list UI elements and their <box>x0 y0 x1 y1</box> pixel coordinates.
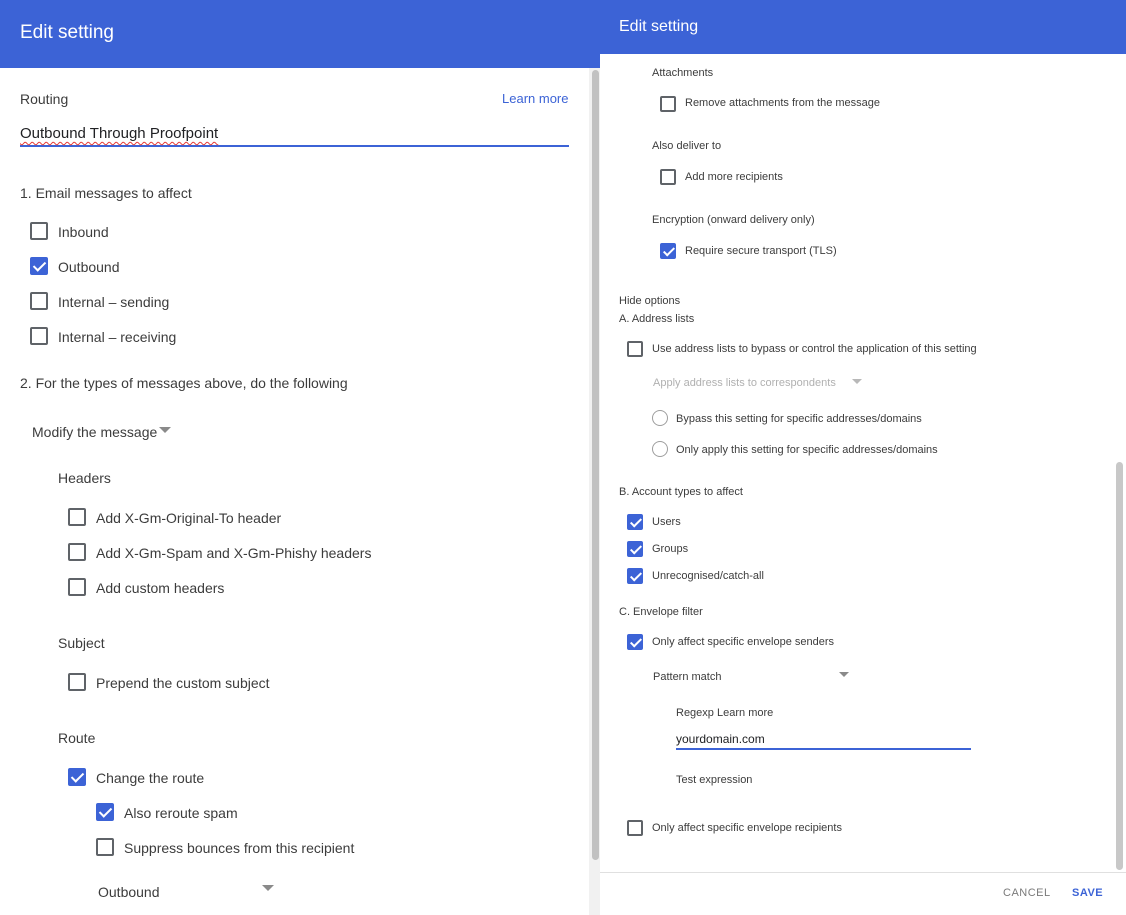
regexp-learn-more-link[interactable]: Learn more <box>717 707 773 719</box>
inbound-label: Inbound <box>58 224 109 240</box>
only-apply-radio[interactable] <box>652 441 668 457</box>
setting-name-input[interactable]: Outbound Through Proofpoint <box>20 120 569 147</box>
groups-label: Groups <box>652 543 689 555</box>
only-apply-label: Only apply this setting for specific add… <box>676 444 938 456</box>
reroute-spam-label: Also reroute spam <box>124 805 238 821</box>
action-select-value: Modify the message <box>32 424 158 440</box>
groups-checkbox[interactable] <box>627 541 643 557</box>
dropdown-caret-icon <box>839 672 849 677</box>
test-expression-link[interactable]: Test expression <box>676 774 752 786</box>
route-title: Route <box>58 730 96 746</box>
headers-title: Headers <box>58 470 111 486</box>
change-route-label: Change the route <box>96 770 205 786</box>
hide-options-link[interactable]: Hide options <box>619 295 680 307</box>
add-recipients-checkbox[interactable] <box>660 169 676 185</box>
unrecognised-label: Unrecognised/catch-all <box>652 570 764 582</box>
outbound-label: Outbound <box>58 259 120 275</box>
regexp-input[interactable]: yourdomain.com <box>676 729 971 750</box>
route-select[interactable]: Outbound <box>98 878 278 902</box>
pattern-match-value: Pattern match <box>653 671 722 683</box>
remove-attachments-checkbox[interactable] <box>660 96 676 112</box>
section2-title: 2. For the types of messages above, do t… <box>20 375 348 391</box>
original-to-header-label: Add X-Gm-Original-To header <box>96 510 282 526</box>
left-scrollbar-thumb[interactable] <box>592 70 599 860</box>
suppress-bounces-label: Suppress bounces from this recipient <box>124 840 355 856</box>
only-senders-label: Only affect specific envelope senders <box>652 636 835 648</box>
apply-address-lists-value: Apply address lists to correspondents <box>653 377 836 389</box>
account-types-title: B. Account types to affect <box>619 486 743 498</box>
bypass-label: Bypass this setting for specific address… <box>676 413 922 425</box>
address-lists-title: A. Address lists <box>619 313 695 325</box>
original-to-header-checkbox[interactable] <box>68 508 86 526</box>
learn-more-link[interactable]: Learn more <box>502 91 568 106</box>
apply-address-lists-select[interactable]: Apply address lists to correspondents <box>653 373 868 393</box>
prepend-subject-checkbox[interactable] <box>68 673 86 691</box>
envelope-filter-title: C. Envelope filter <box>619 606 703 618</box>
bypass-radio[interactable] <box>652 410 668 426</box>
suppress-bounces-checkbox[interactable] <box>96 838 114 856</box>
add-recipients-label: Add more recipients <box>685 171 783 183</box>
route-select-value: Outbound <box>98 884 160 900</box>
internal-receiving-checkbox[interactable] <box>30 327 48 345</box>
setting-name-value: Outbound Through Proofpoint <box>20 125 219 142</box>
attachments-title: Attachments <box>652 67 714 79</box>
dropdown-caret-icon <box>852 379 862 384</box>
unrecognised-checkbox[interactable] <box>627 568 643 584</box>
right-dialog-header: Edit setting <box>600 0 1126 54</box>
right-scrollbar-thumb[interactable] <box>1116 462 1123 870</box>
also-deliver-title: Also deliver to <box>652 140 722 152</box>
only-recipients-label: Only affect specific envelope recipients <box>652 822 842 834</box>
cancel-button[interactable]: CANCEL <box>1003 887 1051 899</box>
custom-headers-label: Add custom headers <box>96 580 225 596</box>
internal-sending-checkbox[interactable] <box>30 292 48 310</box>
pattern-match-select[interactable]: Pattern match <box>653 666 853 686</box>
dropdown-caret-icon <box>159 427 171 433</box>
only-recipients-checkbox[interactable] <box>627 820 643 836</box>
footer-divider <box>600 872 1126 873</box>
prepend-subject-label: Prepend the custom subject <box>96 675 270 691</box>
spam-phishy-headers-checkbox[interactable] <box>68 543 86 561</box>
users-checkbox[interactable] <box>627 514 643 530</box>
subject-title: Subject <box>58 635 105 651</box>
right-dialog: Edit setting Attachments Remove attachme… <box>600 0 1126 915</box>
section1-title: 1. Email messages to affect <box>20 185 192 201</box>
reroute-spam-checkbox[interactable] <box>96 803 114 821</box>
users-label: Users <box>652 516 681 528</box>
routing-label: Routing <box>20 91 69 107</box>
left-dialog: Edit setting Routing Learn more Outbound… <box>0 0 600 915</box>
dropdown-caret-icon <box>262 885 274 891</box>
right-dialog-body: Edit setting Attachments Remove attachme… <box>600 0 1126 915</box>
require-tls-label: Require secure transport (TLS) <box>685 245 837 257</box>
internal-receiving-label: Internal – receiving <box>58 329 177 345</box>
regexp-value: yourdomain.com <box>676 732 765 746</box>
require-tls-checkbox[interactable] <box>660 243 676 259</box>
left-dialog-title: Edit setting <box>20 22 114 43</box>
custom-headers-checkbox[interactable] <box>68 578 86 596</box>
use-address-lists-label: Use address lists to bypass or control t… <box>652 343 977 355</box>
left-dialog-header: Edit setting <box>0 0 600 68</box>
only-senders-checkbox[interactable] <box>627 634 643 650</box>
internal-sending-label: Internal – sending <box>58 294 170 310</box>
spam-phishy-headers-label: Add X-Gm-Spam and X-Gm-Phishy headers <box>96 545 372 561</box>
use-address-lists-checkbox[interactable] <box>627 341 643 357</box>
regexp-label: Regexp <box>676 707 714 719</box>
remove-attachments-label: Remove attachments from the message <box>685 97 881 109</box>
encryption-title: Encryption (onward delivery only) <box>652 214 815 226</box>
action-select[interactable]: Modify the message <box>32 420 182 444</box>
outbound-checkbox[interactable] <box>30 257 48 275</box>
save-button[interactable]: SAVE <box>1072 887 1103 899</box>
inbound-checkbox[interactable] <box>30 222 48 240</box>
change-route-checkbox[interactable] <box>68 768 86 786</box>
right-dialog-title: Edit setting <box>619 18 699 35</box>
